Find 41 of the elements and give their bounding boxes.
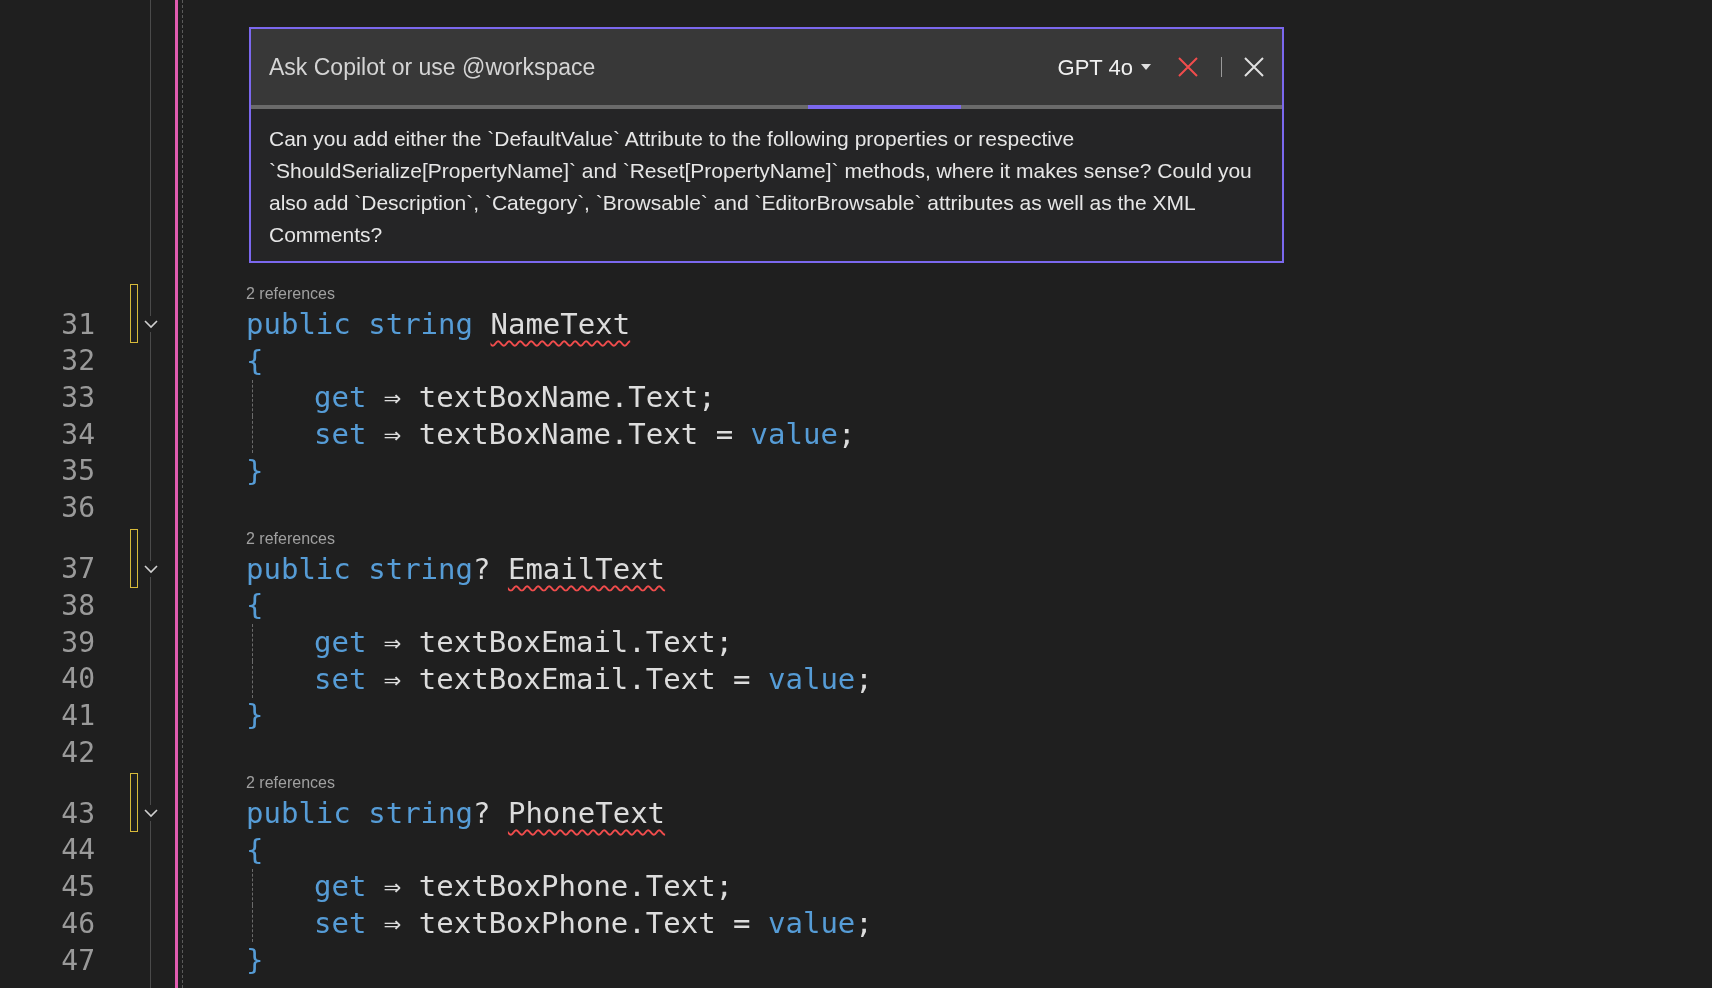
references-link[interactable]: 2 references — [246, 526, 335, 551]
line-number: 44 — [61, 833, 95, 867]
line-number: 42 — [61, 735, 95, 769]
line-number: 32 — [61, 344, 95, 378]
line-number: 33 — [61, 381, 95, 415]
line-number: 46 — [61, 906, 95, 940]
code-line: { — [246, 831, 264, 869]
references-link[interactable]: 2 references — [246, 282, 335, 307]
code-line: { — [246, 587, 264, 625]
clear-icon[interactable] — [1177, 56, 1199, 78]
code-line: set ⇒ textBoxPhone.Text = value; — [314, 905, 873, 943]
prompt-text: Can you add either the `DefaultValue` Attribute to the following properties or respective `ShouldSerialize[PropertyName]` and `Reset[PropertyName]` methods, where it makes sense? Could you also add `Description`, `Category`, `Browsable` and `EditorBrowsable` attributes as well as the XML Comments? — [268, 126, 1253, 248]
code-line: public string? EmailText — [246, 550, 666, 588]
line-number: 45 — [61, 870, 95, 904]
code-line: } — [246, 697, 264, 735]
line-number: 38 — [61, 588, 95, 622]
line-number: 37 — [61, 552, 95, 586]
code-line: public string? PhoneText — [246, 795, 666, 832]
code-line: get ⇒ textBoxName.Text; — [314, 379, 716, 417]
chat-input[interactable]: Ask Copilot or use @workspace — [251, 29, 1058, 105]
line-number: 39 — [61, 625, 95, 659]
caret-icon — [1141, 64, 1151, 70]
code-line: set ⇒ textBoxEmail.Text = value; — [314, 660, 873, 698]
line-number: 35 — [61, 454, 95, 488]
references-link[interactable]: 2 references — [246, 771, 335, 796]
line-number: 31 — [61, 307, 95, 341]
code-line: public string NameText — [246, 306, 631, 343]
code-line: set ⇒ textBoxName.Text = value; — [314, 416, 856, 454]
line-number: 47 — [61, 943, 95, 977]
code-line: } — [246, 941, 264, 979]
line-number: 40 — [61, 662, 95, 696]
code-line: { — [246, 342, 264, 380]
code-line: get ⇒ textBoxEmail.Text; — [314, 623, 734, 661]
line-number: 36 — [61, 491, 95, 525]
model-dropdown[interactable]: GPT 4o — [1057, 50, 1151, 84]
code-line: } — [246, 452, 264, 490]
line-number: 41 — [61, 699, 95, 732]
line-number: 43 — [61, 796, 95, 830]
line-number: 34 — [61, 417, 95, 451]
close-icon[interactable] — [1244, 57, 1264, 77]
code-line: get ⇒ textBoxPhone.Text; — [314, 868, 734, 906]
